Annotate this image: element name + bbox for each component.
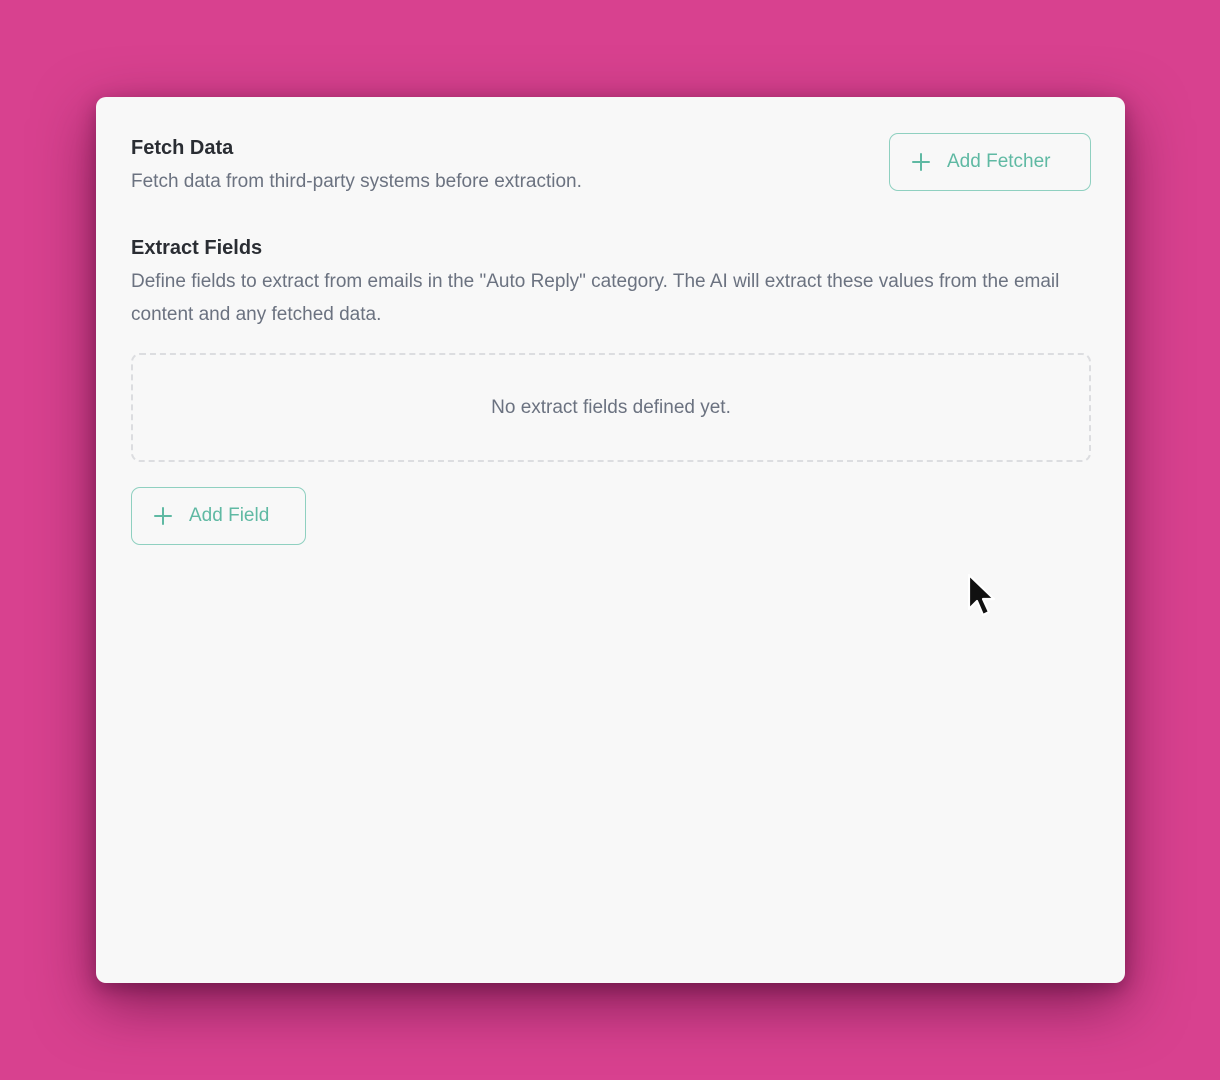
empty-state-text: No extract fields defined yet. xyxy=(491,396,731,418)
extract-fields-empty-state: No extract fields defined yet. xyxy=(131,353,1091,462)
fetch-data-title: Fetch Data xyxy=(131,137,234,159)
add-fetcher-button[interactable]: Add Fetcher xyxy=(889,133,1091,191)
add-fetcher-label: Add Fetcher xyxy=(947,151,1051,172)
add-field-button[interactable]: Add Field xyxy=(131,487,306,545)
plus-icon xyxy=(154,507,172,525)
plus-icon xyxy=(912,153,930,171)
add-field-label: Add Field xyxy=(189,505,270,526)
extraction-settings-panel: Fetch Data Fetch data from third-party s… xyxy=(96,97,1125,983)
extract-fields-title: Extract Fields xyxy=(131,237,263,259)
fetch-data-description: Fetch data from third-party systems befo… xyxy=(131,171,582,192)
mouse-pointer-icon xyxy=(967,573,996,617)
extract-fields-description: Define fields to extract from emails in … xyxy=(131,271,1060,325)
